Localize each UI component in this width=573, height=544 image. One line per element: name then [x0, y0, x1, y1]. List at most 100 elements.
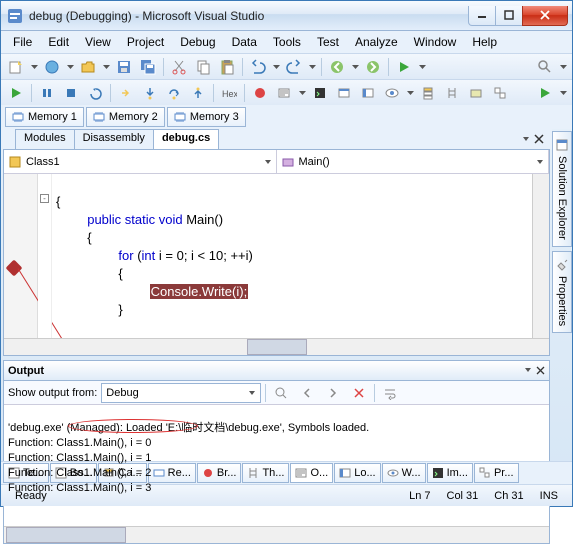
minimize-button[interactable] — [468, 6, 496, 26]
output-source-label: Show output from: — [8, 387, 97, 399]
output-toolbar: Show output from: Debug — [4, 381, 549, 405]
tab-close-icon[interactable] — [534, 134, 544, 144]
pane-dropdown-icon[interactable] — [524, 366, 532, 375]
chevron-down-icon — [536, 158, 544, 166]
nav-back-icon[interactable] — [326, 56, 348, 78]
collapse-toggle[interactable]: - — [40, 194, 49, 203]
step-out-icon[interactable] — [187, 82, 209, 104]
vertical-scrollbar[interactable] — [532, 174, 549, 338]
start-debug-icon[interactable] — [534, 82, 556, 104]
horizontal-scrollbar[interactable] — [4, 338, 549, 355]
scroll-thumb[interactable] — [247, 339, 307, 355]
immediate-icon[interactable] — [309, 82, 331, 104]
clear-icon[interactable] — [348, 382, 370, 404]
outline-margin[interactable]: - — [38, 174, 52, 338]
callstack-icon[interactable] — [417, 82, 439, 104]
step-over-icon[interactable] — [163, 82, 185, 104]
step-into-icon[interactable] — [139, 82, 161, 104]
paste-icon[interactable] — [216, 56, 238, 78]
threads-icon[interactable] — [441, 82, 463, 104]
new-website-icon[interactable] — [41, 56, 63, 78]
menu-debug[interactable]: Debug — [172, 33, 223, 51]
gutter[interactable] — [4, 174, 38, 338]
start-debug-icon[interactable] — [393, 56, 415, 78]
open-icon[interactable] — [77, 56, 99, 78]
show-next-statement-icon[interactable] — [115, 82, 137, 104]
save-icon[interactable] — [113, 56, 135, 78]
dropdown-icon[interactable] — [101, 65, 111, 69]
class-selector[interactable]: Class1 — [4, 150, 277, 173]
dropdown-icon[interactable] — [65, 65, 75, 69]
tab-modules[interactable]: Modules — [15, 129, 75, 149]
dropdown-icon[interactable] — [271, 65, 281, 69]
nav-forward-icon[interactable] — [362, 56, 384, 78]
maximize-button[interactable] — [495, 6, 523, 26]
output-body[interactable]: 'debug.exe' (Managed): Loaded 'E:\临时文档\d… — [4, 405, 549, 526]
continue-icon[interactable] — [5, 82, 27, 104]
menu-tools[interactable]: Tools — [265, 33, 309, 51]
cut-icon[interactable] — [168, 56, 190, 78]
stop-icon[interactable] — [60, 82, 82, 104]
code-editor[interactable]: - { public static void Main() { for (int… — [4, 174, 549, 338]
pane-close-icon[interactable] — [536, 366, 545, 375]
properties-icon — [555, 258, 569, 272]
close-button[interactable] — [522, 6, 568, 26]
menu-view[interactable]: View — [77, 33, 119, 51]
menu-test[interactable]: Test — [309, 33, 347, 51]
breakpoints-icon[interactable] — [249, 82, 271, 104]
menu-file[interactable]: File — [5, 33, 40, 51]
menu-help[interactable]: Help — [464, 33, 505, 51]
menu-analyze[interactable]: Analyze — [347, 33, 406, 51]
watch-icon[interactable] — [381, 82, 403, 104]
save-all-icon[interactable] — [137, 56, 159, 78]
dropdown-icon[interactable] — [297, 91, 307, 95]
hex-icon[interactable]: Hex — [218, 82, 240, 104]
window-buttons — [469, 6, 568, 26]
memory-tab-2[interactable]: Memory 2 — [86, 107, 165, 127]
dropdown-icon[interactable] — [405, 91, 415, 95]
editor-pane: Class1 Main() - — [3, 149, 550, 356]
find-message-icon[interactable] — [270, 382, 292, 404]
code-body[interactable]: { public static void Main() { for (int i… — [52, 174, 532, 338]
find-icon[interactable] — [534, 56, 556, 78]
output-icon[interactable] — [273, 82, 295, 104]
method-icon — [281, 155, 295, 169]
chevron-down-icon — [264, 158, 272, 166]
toolbar-main — [1, 53, 572, 79]
dropdown-icon[interactable] — [29, 65, 39, 69]
menu-project[interactable]: Project — [119, 33, 172, 51]
tab-debug-cs[interactable]: debug.cs — [153, 129, 219, 149]
redo-icon[interactable] — [283, 56, 305, 78]
memory-tab-1[interactable]: Memory 1 — [5, 107, 84, 127]
side-tab-properties[interactable]: Properties — [552, 251, 572, 333]
menu-data[interactable]: Data — [224, 33, 265, 51]
prev-icon[interactable] — [296, 382, 318, 404]
window-title: debug (Debugging) - Microsoft Visual Stu… — [29, 9, 469, 23]
menu-window[interactable]: Window — [406, 33, 465, 51]
menu-edit[interactable]: Edit — [40, 33, 77, 51]
scroll-thumb[interactable] — [6, 527, 126, 543]
dropdown-icon[interactable] — [558, 65, 568, 69]
autos-icon[interactable] — [333, 82, 355, 104]
method-selector[interactable]: Main() — [277, 150, 550, 173]
copy-icon[interactable] — [192, 56, 214, 78]
dropdown-icon[interactable] — [558, 91, 568, 95]
dropdown-icon[interactable] — [417, 65, 427, 69]
next-icon[interactable] — [322, 382, 344, 404]
restart-icon[interactable] — [84, 82, 106, 104]
undo-icon[interactable] — [247, 56, 269, 78]
wordwrap-icon[interactable] — [379, 382, 401, 404]
dropdown-icon[interactable] — [350, 65, 360, 69]
tab-list-dropdown-icon[interactable] — [522, 135, 530, 143]
modules-icon[interactable] — [465, 82, 487, 104]
locals-icon[interactable] — [357, 82, 379, 104]
processes-icon[interactable] — [489, 82, 511, 104]
side-tab-solution-explorer[interactable]: Solution Explorer — [552, 131, 572, 247]
new-project-icon[interactable] — [5, 56, 27, 78]
memory-tab-3[interactable]: Memory 3 — [167, 107, 246, 127]
output-source-selector[interactable]: Debug — [101, 383, 261, 403]
dropdown-icon[interactable] — [307, 65, 317, 69]
tab-disassembly[interactable]: Disassembly — [74, 129, 154, 149]
output-horizontal-scrollbar[interactable] — [4, 526, 549, 543]
break-all-icon[interactable] — [36, 82, 58, 104]
